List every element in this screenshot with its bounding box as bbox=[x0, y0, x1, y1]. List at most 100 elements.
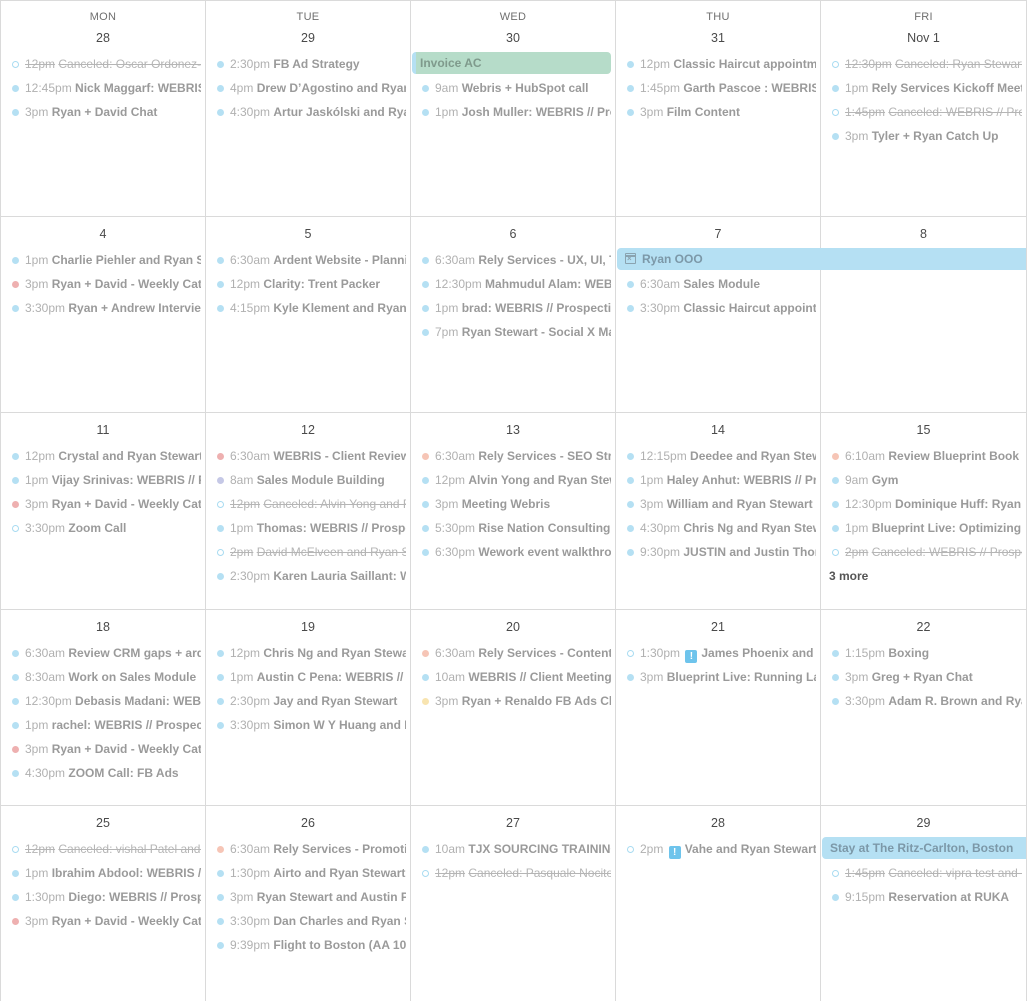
event-item[interactable]: 12:30pm Mahmudul Alam: WEBRIS bbox=[411, 272, 615, 296]
event-item[interactable]: 4:30pm Artur Jaskólski and Ryan Stewart bbox=[206, 100, 410, 124]
event-item[interactable]: 3pm Ryan + David - Weekly Catch Up bbox=[1, 492, 205, 516]
event-item[interactable]: 12:15pm Deedee and Ryan Stewart bbox=[616, 444, 820, 468]
day-cell[interactable]: MON 28 12pm Canceled: Oscar Ordonez- 12:45p… bbox=[1, 1, 206, 216]
day-cell[interactable]: 22 1:15pm Boxing 3pm Greg + Ryan Chat 3:30p… bbox=[821, 610, 1027, 805]
day-number[interactable]: 28 bbox=[616, 815, 820, 831]
canceled-event[interactable]: 12pm Canceled: Oscar Ordonez- bbox=[1, 52, 205, 76]
event-item[interactable]: 3pm Ryan + David Chat bbox=[1, 100, 205, 124]
day-cell[interactable]: 2512pm Canceled: vishal Patel and Ryan1p… bbox=[1, 806, 206, 1001]
event-item[interactable]: 3pm Ryan + David - Weekly Catch Up bbox=[1, 737, 205, 761]
all-day-event[interactable]: Stay at The Ritz-Carlton, Boston bbox=[822, 837, 1026, 859]
day-cell[interactable]: 6 6:30am Rely Services - UX, UI, Tech12:3… bbox=[411, 217, 616, 412]
event-item[interactable]: 1pm Blueprint Live: Optimizing Ins bbox=[821, 516, 1026, 540]
event-item[interactable]: 12pm Clarity: Trent Packer bbox=[206, 272, 410, 296]
event-item[interactable]: 8am Sales Module Building bbox=[206, 468, 410, 492]
event-item[interactable]: 9am Gym bbox=[821, 468, 1026, 492]
event-item[interactable]: 1pm Austin C Pena: WEBRIS // Prospective bbox=[206, 665, 410, 689]
event-item[interactable]: 1pm Josh Muller: WEBRIS // Prospective bbox=[411, 100, 615, 124]
event-item[interactable]: 6:30am Rely Services - SEO Strategy bbox=[411, 444, 615, 468]
event-item[interactable]: 3pm Greg + Ryan Chat bbox=[821, 665, 1026, 689]
day-cell[interactable]: 28 2pm ! Vahe and Ryan Stewart bbox=[616, 806, 821, 1001]
canceled-event[interactable]: 2pm Canceled: WEBRIS // Prospective bbox=[821, 540, 1026, 564]
day-cell[interactable]: 8 bbox=[821, 217, 1027, 412]
event-item[interactable]: 4:30pm Chris Ng and Ryan Stewart bbox=[616, 516, 820, 540]
day-number[interactable]: 12 bbox=[206, 422, 410, 438]
event-item[interactable]: 3pm Film Content bbox=[616, 100, 820, 124]
day-number[interactable]: 18 bbox=[1, 619, 205, 635]
event-item[interactable]: 1pm Haley Anhut: WEBRIS // Prospective bbox=[616, 468, 820, 492]
event-item[interactable]: 3:30pm Zoom Call bbox=[1, 516, 205, 540]
day-number[interactable]: 6 bbox=[411, 226, 615, 242]
day-cell[interactable]: 11 12pm Crystal and Ryan Stewart 1pm Vijay… bbox=[1, 413, 206, 609]
day-number[interactable]: 5 bbox=[206, 226, 410, 242]
day-cell[interactable]: 186:30am Review CRM gaps + ardent8:30am … bbox=[1, 610, 206, 805]
event-item[interactable]: 2pm ! Vahe and Ryan Stewart bbox=[616, 837, 820, 861]
day-number[interactable]: 29 bbox=[206, 30, 410, 46]
day-number[interactable]: 20 bbox=[411, 619, 615, 635]
event-item[interactable]: 3pm Meeting Webris bbox=[411, 492, 615, 516]
event-item[interactable]: 3pm Tyler + Ryan Catch Up bbox=[821, 124, 1026, 148]
event-item[interactable]: 1pm Vijay Srinivas: WEBRIS // Prospectiv… bbox=[1, 468, 205, 492]
event-item[interactable]: 9:39pm Flight to Boston (AA 105) bbox=[206, 933, 410, 957]
event-item[interactable]: 3pm Ryan + Renaldo FB Ads Chat bbox=[411, 689, 615, 713]
day-number[interactable]: 13 bbox=[411, 422, 615, 438]
event-item[interactable]: 12pm Alvin Yong and Ryan Stewart bbox=[411, 468, 615, 492]
day-number[interactable]: 28 bbox=[1, 30, 205, 46]
event-item[interactable]: 9am Webris + HubSpot call bbox=[411, 76, 615, 100]
event-item[interactable]: 1pm rachel: WEBRIS // Prospective bbox=[1, 713, 205, 737]
event-item[interactable]: 12pm Crystal and Ryan Stewart bbox=[1, 444, 205, 468]
event-item[interactable]: 1pm Ibrahim Abdool: WEBRIS // Prospectiv… bbox=[1, 861, 205, 885]
day-number[interactable]: 30 bbox=[411, 30, 615, 46]
day-cell[interactable]: 21 1:30pm !James Phoenix and Ryan Stewart… bbox=[616, 610, 821, 805]
day-cell[interactable]: 20 6:30am Rely Services - Content Strateg… bbox=[411, 610, 616, 805]
event-item[interactable]: 6:30am Ardent Website - Planning bbox=[206, 248, 410, 272]
day-cell[interactable]: 7 Ryan OOO6:30am Sales Module3:30pm Class… bbox=[616, 217, 1026, 412]
day-number[interactable]: 15 bbox=[821, 422, 1026, 438]
day-cell[interactable]: 13 6:30am Rely Services - SEO Strategy12p… bbox=[411, 413, 616, 609]
event-item[interactable]: 12:30pm Dominique Huff: Ryan Stewart bbox=[821, 492, 1026, 516]
event-item[interactable]: 6:30pm Wework event walkthrough bbox=[411, 540, 615, 564]
day-cell[interactable]: 12 6:30am WEBRIS - Client Reviews 8am Sale… bbox=[206, 413, 411, 609]
event-item[interactable]: 4pm Drew D’Agostino and Ryan Stewart bbox=[206, 76, 410, 100]
multi-day-event[interactable]: Ryan OOO bbox=[617, 248, 1026, 270]
day-cell[interactable]: FRI Nov 1 12:30pm Canceled: Ryan Stewart 1p… bbox=[821, 1, 1027, 216]
more-events-link[interactable]: 3 more bbox=[821, 564, 1026, 588]
day-number[interactable]: 7 bbox=[616, 226, 820, 242]
event-item[interactable]: 6:30am Rely Services - Content Strategy bbox=[411, 641, 615, 665]
event-item[interactable]: 3:30pm Adam R. Brown and Ryan Stewart bbox=[821, 689, 1026, 713]
event-item[interactable]: 7pm Ryan Stewart - Social X Marketing bbox=[411, 320, 615, 344]
canceled-event[interactable]: 12pm Canceled: Alvin Yong and Ryan Stewa… bbox=[206, 492, 410, 516]
event-item[interactable]: 9:30pm JUSTIN and Justin Thomas bbox=[616, 540, 820, 564]
canceled-event[interactable]: 12pm Canceled: Pasquale Nocito bbox=[411, 861, 615, 885]
day-cell[interactable]: WED 30 Invoice AC 9am Webris + HubSpot call… bbox=[411, 1, 616, 216]
event-item[interactable]: 1:30pm !James Phoenix and Ryan Stewart bbox=[616, 641, 820, 665]
day-number[interactable]: 22 bbox=[821, 619, 1026, 635]
event-item[interactable]: 1:30pm Airto and Ryan Stewart bbox=[206, 861, 410, 885]
day-cell[interactable]: 5 6:30am Ardent Website - Planning12pm Cl… bbox=[206, 217, 411, 412]
canceled-event[interactable]: 1:45pm Canceled: WEBRIS // Prospective bbox=[821, 100, 1026, 124]
event-item[interactable]: 10am WEBRIS // Client Meeting bbox=[411, 665, 615, 689]
event-item[interactable]: 6:30am Rely Services - UX, UI, Tech bbox=[411, 248, 615, 272]
event-item[interactable]: 3:30pm Simon W Y Huang and Ryan Stewart bbox=[206, 713, 410, 737]
event-item[interactable]: 3:30pm Classic Haircut appointment bbox=[616, 296, 820, 320]
event-item[interactable]: 6:30am WEBRIS - Client Reviews bbox=[206, 444, 410, 468]
event-item[interactable]: 10am TJX SOURCING TRAINING bbox=[411, 837, 615, 861]
day-cell[interactable]: 29 Stay at The Ritz-Carlton, Boston 1:45pm… bbox=[821, 806, 1027, 1001]
day-number[interactable]: 29 bbox=[821, 815, 1026, 831]
canceled-event[interactable]: 12pm Canceled: vishal Patel and Ryan bbox=[1, 837, 205, 861]
event-item[interactable]: 12pm Chris Ng and Ryan Stewart bbox=[206, 641, 410, 665]
day-cell[interactable]: 266:30am Rely Services - Promotion1:30pm… bbox=[206, 806, 411, 1001]
day-number[interactable]: 27 bbox=[411, 815, 615, 831]
day-number[interactable]: 8 bbox=[821, 226, 1026, 242]
day-cell[interactable]: 41pm Charlie Piehler and Ryan Stewart3pm… bbox=[1, 217, 206, 412]
event-item[interactable]: 3pm Ryan Stewart and Austin Pena bbox=[206, 885, 410, 909]
event-item[interactable]: 6:30am Sales Module bbox=[616, 272, 820, 296]
event-item[interactable]: 1pm brad: WEBRIS // Prospective bbox=[411, 296, 615, 320]
all-day-event[interactable]: Invoice AC bbox=[412, 52, 611, 74]
event-item[interactable]: 12:30pm Debasis Madani: WEBRIS bbox=[1, 689, 205, 713]
event-item[interactable]: 12:45pm Nick Maggarf: WEBRIS bbox=[1, 76, 205, 100]
event-item[interactable]: 3pm Blueprint Live: Running Large bbox=[616, 665, 820, 689]
day-cell[interactable]: 19 12pm Chris Ng and Ryan Stewart 1pm Aust… bbox=[206, 610, 411, 805]
event-item[interactable]: 8:30am Work on Sales Module bbox=[1, 665, 205, 689]
day-number[interactable]: 21 bbox=[616, 619, 820, 635]
